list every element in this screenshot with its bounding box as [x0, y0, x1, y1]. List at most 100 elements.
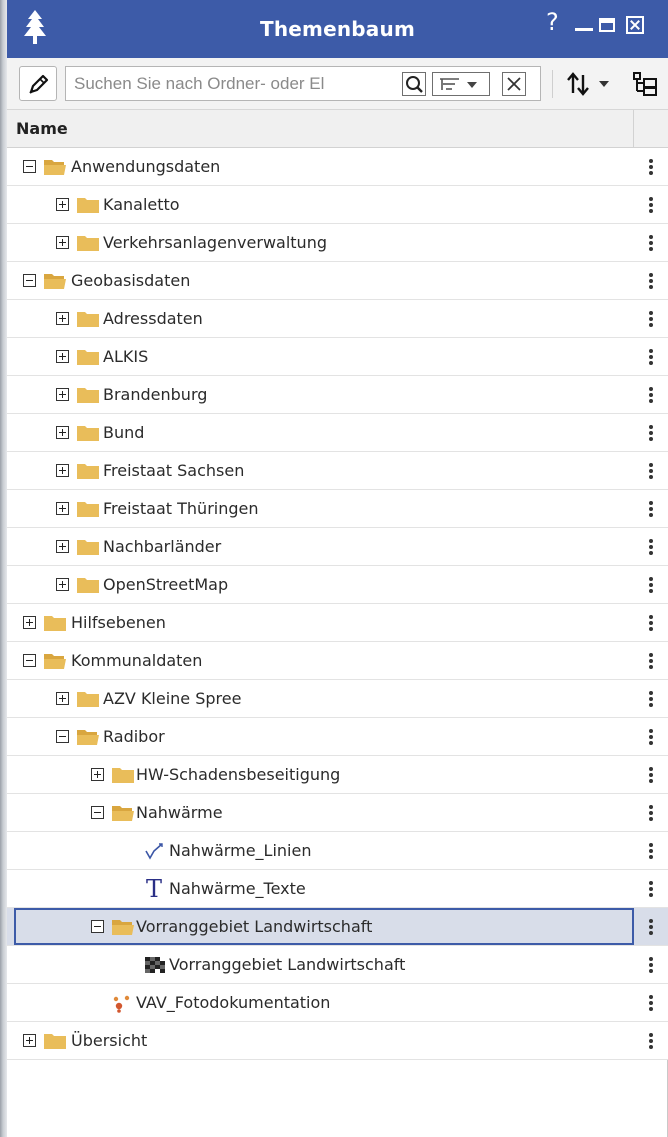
- more-options-icon[interactable]: [649, 539, 653, 555]
- help-button[interactable]: ?: [546, 8, 559, 36]
- more-options-icon[interactable]: [649, 653, 653, 669]
- tree-view-button[interactable]: [629, 68, 661, 100]
- tree-row[interactable]: T Nahwärme_Texte: [7, 870, 668, 908]
- more-options-icon[interactable]: [649, 197, 653, 213]
- tree-row[interactable]: Radibor: [7, 718, 668, 756]
- tree-row[interactable]: Freistaat Thüringen: [7, 490, 668, 528]
- tree-item-label[interactable]: Adressdaten: [103, 309, 203, 328]
- expand-icon[interactable]: [23, 616, 36, 629]
- tree-item-label[interactable]: Übersicht: [71, 1031, 147, 1050]
- expand-icon[interactable]: [56, 540, 69, 553]
- tree-item-label[interactable]: Verkehrsanlagenverwaltung: [103, 233, 327, 252]
- more-options-icon[interactable]: [649, 843, 653, 859]
- expand-icon[interactable]: [56, 426, 69, 439]
- tree-row[interactable]: Bund: [7, 414, 668, 452]
- maximize-button[interactable]: [599, 18, 615, 32]
- tree-row[interactable]: Vorranggebiet Landwirtschaft: [7, 908, 668, 946]
- tree-row[interactable]: Freistaat Sachsen: [7, 452, 668, 490]
- title-bar[interactable]: Themenbaum ?: [7, 0, 668, 58]
- more-options-icon[interactable]: [649, 463, 653, 479]
- more-options-icon[interactable]: [649, 615, 653, 631]
- edit-button[interactable]: [19, 66, 57, 101]
- more-options-icon[interactable]: [649, 881, 653, 897]
- expand-icon[interactable]: [56, 578, 69, 591]
- more-options-icon[interactable]: [649, 577, 653, 593]
- tree-row[interactable]: AZV Kleine Spree: [7, 680, 668, 718]
- tree-item-label[interactable]: Kanaletto: [103, 195, 180, 214]
- tree-row[interactable]: Brandenburg: [7, 376, 668, 414]
- clear-search-button[interactable]: [502, 72, 526, 96]
- more-options-icon[interactable]: [649, 387, 653, 403]
- more-options-icon[interactable]: [649, 159, 653, 175]
- more-options-icon[interactable]: [649, 729, 653, 745]
- expand-icon[interactable]: [56, 502, 69, 515]
- collapse-icon[interactable]: [91, 920, 104, 933]
- tree-item-label[interactable]: Nahwärme: [136, 803, 223, 822]
- collapse-icon[interactable]: [91, 806, 104, 819]
- tree-row[interactable]: Kanaletto: [7, 186, 668, 224]
- tree-row[interactable]: Anwendungsdaten: [7, 148, 668, 186]
- expand-icon[interactable]: [91, 768, 104, 781]
- more-options-icon[interactable]: [649, 805, 653, 821]
- more-options-icon[interactable]: [649, 1033, 653, 1049]
- more-options-icon[interactable]: [649, 919, 653, 935]
- expand-icon[interactable]: [56, 350, 69, 363]
- more-options-icon[interactable]: [649, 311, 653, 327]
- tree-item-label[interactable]: Nachbarländer: [103, 537, 221, 556]
- tree-item-label[interactable]: Brandenburg: [103, 385, 207, 404]
- tree-item-label[interactable]: Vorranggebiet Landwirtschaft: [169, 955, 405, 974]
- expand-icon[interactable]: [56, 198, 69, 211]
- search-button[interactable]: [402, 72, 426, 96]
- tree-row[interactable]: Adressdaten: [7, 300, 668, 338]
- tree-row[interactable]: Kommunaldaten: [7, 642, 668, 680]
- tree-item-label[interactable]: Geobasisdaten: [71, 271, 190, 290]
- more-options-icon[interactable]: [649, 425, 653, 441]
- search-input[interactable]: [74, 67, 392, 100]
- expand-icon[interactable]: [56, 692, 69, 705]
- tree-row[interactable]: Nahwärme_Linien: [7, 832, 668, 870]
- tree-item-label[interactable]: ALKIS: [103, 347, 148, 366]
- tree-row[interactable]: HW-Schadensbeseitigung: [7, 756, 668, 794]
- more-options-icon[interactable]: [649, 691, 653, 707]
- more-options-icon[interactable]: [649, 995, 653, 1011]
- close-button[interactable]: [626, 16, 644, 34]
- tree-item-label[interactable]: Anwendungsdaten: [71, 157, 220, 176]
- collapse-icon[interactable]: [23, 274, 36, 287]
- tree-row[interactable]: Nachbarländer: [7, 528, 668, 566]
- column-divider[interactable]: [633, 110, 634, 147]
- name-column-header[interactable]: Name: [16, 119, 68, 138]
- more-options-icon[interactable]: [649, 349, 653, 365]
- tree-row[interactable]: Geobasisdaten: [7, 262, 668, 300]
- collapse-icon[interactable]: [23, 654, 36, 667]
- more-options-icon[interactable]: [649, 501, 653, 517]
- tree-item-label[interactable]: Freistaat Sachsen: [103, 461, 244, 480]
- tree-row[interactable]: Übersicht: [7, 1022, 668, 1060]
- expand-icon[interactable]: [56, 388, 69, 401]
- expand-icon[interactable]: [23, 1034, 36, 1047]
- filter-button[interactable]: [432, 72, 490, 96]
- collapse-icon[interactable]: [56, 730, 69, 743]
- tree-item-label[interactable]: AZV Kleine Spree: [103, 689, 241, 708]
- expand-icon[interactable]: [56, 312, 69, 325]
- more-options-icon[interactable]: [649, 767, 653, 783]
- tree-row[interactable]: Verkehrsanlagenverwaltung: [7, 224, 668, 262]
- minimize-button[interactable]: [575, 28, 593, 31]
- more-options-icon[interactable]: [649, 957, 653, 973]
- tree-row[interactable]: Vorranggebiet Landwirtschaft: [7, 946, 668, 984]
- tree-item-label[interactable]: Bund: [103, 423, 144, 442]
- sort-button[interactable]: [563, 68, 619, 100]
- more-options-icon[interactable]: [649, 235, 653, 251]
- tree-item-label[interactable]: OpenStreetMap: [103, 575, 228, 594]
- tree-row[interactable]: Hilfsebenen: [7, 604, 668, 642]
- tree-item-label[interactable]: VAV_Fotodokumentation: [136, 993, 330, 1012]
- tree-row[interactable]: VAV_Fotodokumentation: [7, 984, 668, 1022]
- more-options-icon[interactable]: [649, 273, 653, 289]
- tree-row[interactable]: ALKIS: [7, 338, 668, 376]
- tree-row[interactable]: OpenStreetMap: [7, 566, 668, 604]
- tree-item-label[interactable]: Radibor: [103, 727, 165, 746]
- tree-item-label[interactable]: Vorranggebiet Landwirtschaft: [136, 917, 372, 936]
- tree-row[interactable]: Nahwärme: [7, 794, 668, 832]
- tree-item-label[interactable]: Nahwärme_Linien: [169, 841, 311, 860]
- tree-item-label[interactable]: Freistaat Thüringen: [103, 499, 259, 518]
- expand-icon[interactable]: [56, 464, 69, 477]
